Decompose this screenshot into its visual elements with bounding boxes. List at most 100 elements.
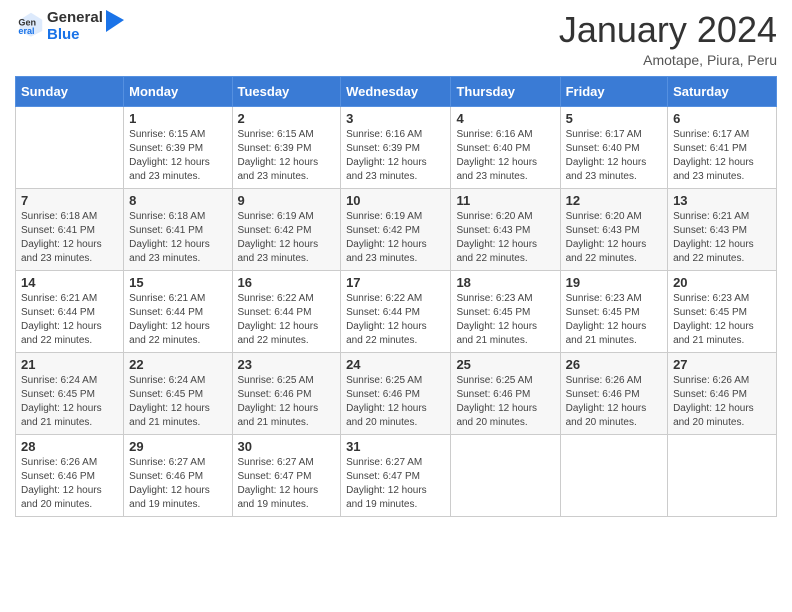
day-detail: Sunrise: 6:21 AMSunset: 6:44 PMDaylight:… (21, 293, 102, 346)
calendar-cell (560, 434, 667, 516)
calendar-cell: 23Sunrise: 6:25 AMSunset: 6:46 PMDayligh… (232, 352, 341, 434)
day-number: 27 (673, 357, 771, 372)
day-number: 19 (566, 275, 662, 290)
calendar-cell: 24Sunrise: 6:25 AMSunset: 6:46 PMDayligh… (341, 352, 451, 434)
col-tuesday: Tuesday (232, 76, 341, 106)
location-subtitle: Amotape, Piura, Peru (559, 52, 777, 68)
day-number: 28 (21, 439, 118, 454)
calendar-header-row: Sunday Monday Tuesday Wednesday Thursday… (16, 76, 777, 106)
calendar-cell: 13 Sunrise: 6:21 AMSunset: 6:43 PMDayligh… (668, 188, 777, 270)
calendar-cell: 17 Sunrise: 6:22 AMSunset: 6:44 PMDayligh… (341, 270, 451, 352)
calendar-cell: 7Sunrise: 6:18 AMSunset: 6:41 PMDaylight… (16, 188, 124, 270)
day-number: 17 (346, 275, 445, 290)
calendar-week-row: 28 Sunrise: 6:26 AMSunset: 6:46 PMDayligh… (16, 434, 777, 516)
day-number: 12 (566, 193, 662, 208)
day-detail: Sunrise: 6:15 AMSunset: 6:39 PMDaylight:… (129, 129, 210, 182)
day-number: 15 (129, 275, 226, 290)
calendar-cell (451, 434, 560, 516)
calendar-cell: 21Sunrise: 6:24 AMSunset: 6:45 PMDayligh… (16, 352, 124, 434)
day-number: 14 (21, 275, 118, 290)
calendar-cell: 26Sunrise: 6:26 AMSunset: 6:46 PMDayligh… (560, 352, 667, 434)
logo-general: General (47, 10, 103, 27)
day-detail: Sunrise: 6:22 AMSunset: 6:44 PMDaylight:… (238, 293, 319, 346)
day-detail: Sunrise: 6:19 AMSunset: 6:42 PMDaylight:… (346, 211, 427, 264)
day-detail: Sunrise: 6:15 AMSunset: 6:39 PMDaylight:… (238, 129, 319, 182)
day-number: 16 (238, 275, 336, 290)
day-number: 22 (129, 357, 226, 372)
day-number: 23 (238, 357, 336, 372)
day-detail: Sunrise: 6:23 AMSunset: 6:45 PMDaylight:… (566, 293, 647, 346)
calendar-cell: 25Sunrise: 6:25 AMSunset: 6:46 PMDayligh… (451, 352, 560, 434)
day-number: 11 (456, 193, 554, 208)
calendar-cell: 28 Sunrise: 6:26 AMSunset: 6:46 PMDayligh… (16, 434, 124, 516)
month-year-title: January 2024 (559, 10, 777, 50)
calendar-week-row: 14 Sunrise: 6:21 AMSunset: 6:44 PMDayligh… (16, 270, 777, 352)
calendar-cell: 22 Sunrise: 6:24 AMSunset: 6:45 PMDayligh… (124, 352, 232, 434)
day-detail: Sunrise: 6:25 AMSunset: 6:46 PMDaylight:… (346, 375, 427, 428)
calendar-cell: 18Sunrise: 6:23 AMSunset: 6:45 PMDayligh… (451, 270, 560, 352)
day-number: 8 (129, 193, 226, 208)
calendar-cell: 2Sunrise: 6:15 AMSunset: 6:39 PMDaylight… (232, 106, 341, 188)
day-number: 10 (346, 193, 445, 208)
title-block: January 2024 Amotape, Piura, Peru (559, 10, 777, 68)
day-detail: Sunrise: 6:21 AMSunset: 6:43 PMDaylight:… (673, 211, 754, 264)
day-detail: Sunrise: 6:24 AMSunset: 6:45 PMDaylight:… (129, 375, 210, 428)
calendar-cell (16, 106, 124, 188)
day-number: 29 (129, 439, 226, 454)
calendar-cell: 20Sunrise: 6:23 AMSunset: 6:45 PMDayligh… (668, 270, 777, 352)
logo-arrow-icon (106, 10, 124, 37)
day-detail: Sunrise: 6:25 AMSunset: 6:46 PMDaylight:… (456, 375, 537, 428)
calendar-cell: 6Sunrise: 6:17 AMSunset: 6:41 PMDaylight… (668, 106, 777, 188)
header: Gen eral General Blue January 2024 Amota… (15, 10, 777, 68)
col-wednesday: Wednesday (341, 76, 451, 106)
day-number: 31 (346, 439, 445, 454)
svg-text:eral: eral (18, 26, 34, 36)
calendar-cell: 8 Sunrise: 6:18 AMSunset: 6:41 PMDaylight… (124, 188, 232, 270)
day-number: 1 (129, 111, 226, 126)
page: Gen eral General Blue January 2024 Amota… (0, 0, 792, 612)
col-thursday: Thursday (451, 76, 560, 106)
day-detail: Sunrise: 6:21 AMSunset: 6:44 PMDaylight:… (129, 293, 210, 346)
day-detail: Sunrise: 6:24 AMSunset: 6:45 PMDaylight:… (21, 375, 102, 428)
day-detail: Sunrise: 6:26 AMSunset: 6:46 PMDaylight:… (566, 375, 647, 428)
col-friday: Friday (560, 76, 667, 106)
logo-icon: Gen eral (17, 10, 45, 38)
calendar-cell: 14 Sunrise: 6:21 AMSunset: 6:44 PMDayligh… (16, 270, 124, 352)
calendar-table: Sunday Monday Tuesday Wednesday Thursday… (15, 76, 777, 517)
calendar-cell (668, 434, 777, 516)
day-detail: Sunrise: 6:18 AMSunset: 6:41 PMDaylight:… (129, 211, 210, 264)
day-detail: Sunrise: 6:27 AMSunset: 6:46 PMDaylight:… (129, 457, 210, 510)
day-detail: Sunrise: 6:18 AMSunset: 6:41 PMDaylight:… (21, 211, 102, 264)
calendar-cell: 3 Sunrise: 6:16 AMSunset: 6:39 PMDaylight… (341, 106, 451, 188)
calendar-cell: 12Sunrise: 6:20 AMSunset: 6:43 PMDayligh… (560, 188, 667, 270)
day-detail: Sunrise: 6:16 AMSunset: 6:40 PMDaylight:… (456, 129, 537, 182)
calendar-cell: 30 Sunrise: 6:27 AMSunset: 6:47 PMDayligh… (232, 434, 341, 516)
day-detail: Sunrise: 6:27 AMSunset: 6:47 PMDaylight:… (238, 457, 319, 510)
day-detail: Sunrise: 6:19 AMSunset: 6:42 PMDaylight:… (238, 211, 319, 264)
day-detail: Sunrise: 6:16 AMSunset: 6:39 PMDaylight:… (346, 129, 427, 182)
day-detail: Sunrise: 6:26 AMSunset: 6:46 PMDaylight:… (21, 457, 102, 510)
calendar-cell: 5 Sunrise: 6:17 AMSunset: 6:40 PMDaylight… (560, 106, 667, 188)
calendar-cell: 19 Sunrise: 6:23 AMSunset: 6:45 PMDayligh… (560, 270, 667, 352)
day-number: 3 (346, 111, 445, 126)
calendar-cell: 29 Sunrise: 6:27 AMSunset: 6:46 PMDayligh… (124, 434, 232, 516)
day-number: 13 (673, 193, 771, 208)
col-saturday: Saturday (668, 76, 777, 106)
day-number: 5 (566, 111, 662, 126)
day-detail: Sunrise: 6:23 AMSunset: 6:45 PMDaylight:… (673, 293, 754, 346)
calendar-cell: 27Sunrise: 6:26 AMSunset: 6:46 PMDayligh… (668, 352, 777, 434)
logo: Gen eral General Blue (15, 10, 124, 43)
calendar-cell: 9Sunrise: 6:19 AMSunset: 6:42 PMDaylight… (232, 188, 341, 270)
day-detail: Sunrise: 6:17 AMSunset: 6:40 PMDaylight:… (566, 129, 647, 182)
logo-blue: Blue (47, 27, 103, 44)
day-detail: Sunrise: 6:17 AMSunset: 6:41 PMDaylight:… (673, 129, 754, 182)
calendar-cell: 11Sunrise: 6:20 AMSunset: 6:43 PMDayligh… (451, 188, 560, 270)
calendar-cell: 4 Sunrise: 6:16 AMSunset: 6:40 PMDaylight… (451, 106, 560, 188)
calendar-week-row: 7Sunrise: 6:18 AMSunset: 6:41 PMDaylight… (16, 188, 777, 270)
col-sunday: Sunday (16, 76, 124, 106)
day-detail: Sunrise: 6:23 AMSunset: 6:45 PMDaylight:… (456, 293, 537, 346)
day-number: 30 (238, 439, 336, 454)
day-number: 4 (456, 111, 554, 126)
day-detail: Sunrise: 6:22 AMSunset: 6:44 PMDaylight:… (346, 293, 427, 346)
calendar-cell: 1 Sunrise: 6:15 AMSunset: 6:39 PMDaylight… (124, 106, 232, 188)
